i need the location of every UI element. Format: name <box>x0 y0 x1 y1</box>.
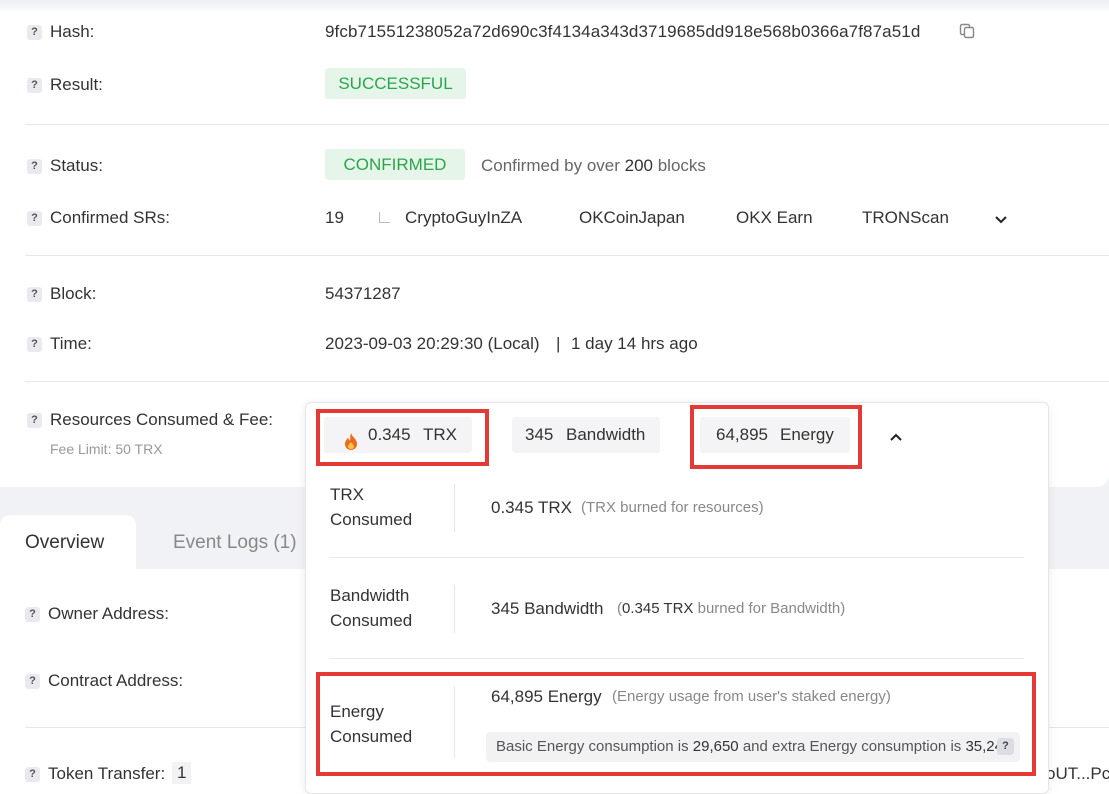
tab-overview-label: Overview <box>25 532 105 553</box>
energy-chip[interactable]: 64,895 Energy <box>700 417 850 453</box>
trx-consumed-label: TRX Consumed <box>330 482 412 532</box>
help-icon[interactable]: ? <box>997 738 1014 755</box>
token-transfer-label: Token Transfer: <box>48 764 166 783</box>
energy-consumed-note: (Energy usage from user's staked energy) <box>612 688 891 705</box>
sr-link[interactable]: TRONScan <box>862 208 949 228</box>
energy-unit: Energy <box>780 425 834 444</box>
bandwidth-note-amount: 0.345 TRX <box>622 600 694 617</box>
sr-link[interactable]: OKCoinJapan <box>579 208 685 228</box>
block-number-link[interactable]: 54371287 <box>325 284 401 304</box>
trx-consumed-value: 0.345 TRX <box>491 498 572 517</box>
time-label: Time: <box>50 334 92 353</box>
token-transfer-count: 1 <box>172 762 192 784</box>
tree-connector-icon <box>379 212 390 223</box>
energy-consumed-label: Energy Consumed <box>330 699 412 749</box>
confirmation-note-prefix: Confirmed by over <box>481 156 625 175</box>
trx-fee-chip[interactable]: 0.345 TRX <box>324 417 472 453</box>
contract-address-label: Contract Address: <box>48 671 184 690</box>
bandwidth-note-rest: burned for Bandwidth) <box>693 600 846 617</box>
confirmation-note: Confirmed by over 200 blocks <box>481 156 706 176</box>
bandwidth-consumed-label-line1: Bandwidth <box>330 586 410 605</box>
bandwidth-consumed-label: Bandwidth Consumed <box>330 583 412 633</box>
confirmation-note-suffix: blocks <box>653 156 706 175</box>
bandwidth-consumed-value: 345 Bandwidth <box>491 599 604 618</box>
help-icon[interactable]: ? <box>27 78 42 93</box>
energy-breakdown-box: Basic Energy consumption is 29,650 and e… <box>486 732 1020 762</box>
time-ago: 1 day 14 hrs ago <box>571 334 698 353</box>
help-icon[interactable]: ? <box>25 767 40 782</box>
time-separator: | <box>556 334 561 353</box>
divider <box>330 658 1024 659</box>
help-icon[interactable]: ? <box>27 413 42 428</box>
flame-icon <box>344 427 358 450</box>
help-icon[interactable]: ? <box>25 674 40 689</box>
divider <box>25 124 1109 125</box>
trx-fee-unit: TRX <box>423 425 457 444</box>
energy-breakdown-mid: and extra Energy consumption is <box>738 738 966 755</box>
help-icon[interactable]: ? <box>27 159 42 174</box>
energy-breakdown-prefix: Basic Energy consumption is <box>496 738 693 755</box>
column-divider <box>454 585 455 633</box>
time-value: 2023-09-03 20:29:30 (Local) <box>325 334 540 353</box>
result-badge: SUCCESSFUL <box>325 68 466 99</box>
help-icon[interactable]: ? <box>27 287 42 302</box>
trx-fee-amount: 0.345 <box>368 425 411 444</box>
column-divider <box>454 484 455 532</box>
block-label: Block: <box>50 284 97 303</box>
help-icon[interactable]: ? <box>27 211 42 226</box>
status-badge: CONFIRMED <box>325 149 465 180</box>
tab-event-logs[interactable]: Event Logs (1) <box>173 532 297 554</box>
status-label: Status: <box>50 156 103 175</box>
bandwidth-amount: 345 <box>525 425 554 444</box>
hash-value: 9fcb71551238052a72d690c3f4134a343d371968… <box>325 22 921 41</box>
sr-link[interactable]: OKX Earn <box>736 208 813 228</box>
sr-link[interactable]: CryptoGuyInZA <box>405 208 522 228</box>
confirmed-srs-label: Confirmed SRs: <box>50 208 170 227</box>
divider <box>25 255 1109 256</box>
column-divider <box>454 686 455 758</box>
divider <box>25 381 1109 382</box>
bandwidth-consumed-note: (0.345 TRX burned for Bandwidth) <box>617 600 845 617</box>
sr-count: 19 <box>325 208 344 227</box>
bandwidth-consumed-label-line2: Consumed <box>330 611 413 630</box>
hash-label: Hash: <box>50 22 95 41</box>
fee-limit: Fee Limit: 50 TRX <box>50 441 163 457</box>
trx-consumed-note: (TRX burned for resources) <box>581 499 764 516</box>
confirmation-count: 200 <box>624 156 653 175</box>
help-icon[interactable]: ? <box>25 607 40 622</box>
trx-consumed-label-line1: TRX <box>330 485 364 504</box>
owner-address-label: Owner Address: <box>48 604 169 623</box>
trx-consumed-label-line2: Consumed <box>330 510 413 529</box>
energy-consumed-label-line2: Consumed <box>330 727 413 746</box>
chevron-up-icon[interactable] <box>888 428 904 441</box>
chevron-down-icon[interactable] <box>993 211 1009 224</box>
resources-label: Resources Consumed & Fee: <box>50 410 273 429</box>
help-icon[interactable]: ? <box>27 25 42 40</box>
divider <box>330 557 1024 558</box>
result-label: Result: <box>50 75 103 94</box>
help-icon[interactable]: ? <box>27 337 42 352</box>
truncated-address[interactable]: oUT...Pc <box>1046 764 1109 784</box>
copy-icon[interactable] <box>959 23 975 39</box>
energy-consumed-value: 64,895 Energy <box>491 687 602 706</box>
energy-consumed-label-line1: Energy <box>330 702 384 721</box>
top-shadow <box>0 0 1109 14</box>
bandwidth-chip[interactable]: 345 Bandwidth <box>512 417 660 453</box>
energy-amount: 64,895 <box>716 425 768 444</box>
basic-energy-value: 29,650 <box>692 738 739 755</box>
bandwidth-unit: Bandwidth <box>566 425 646 444</box>
